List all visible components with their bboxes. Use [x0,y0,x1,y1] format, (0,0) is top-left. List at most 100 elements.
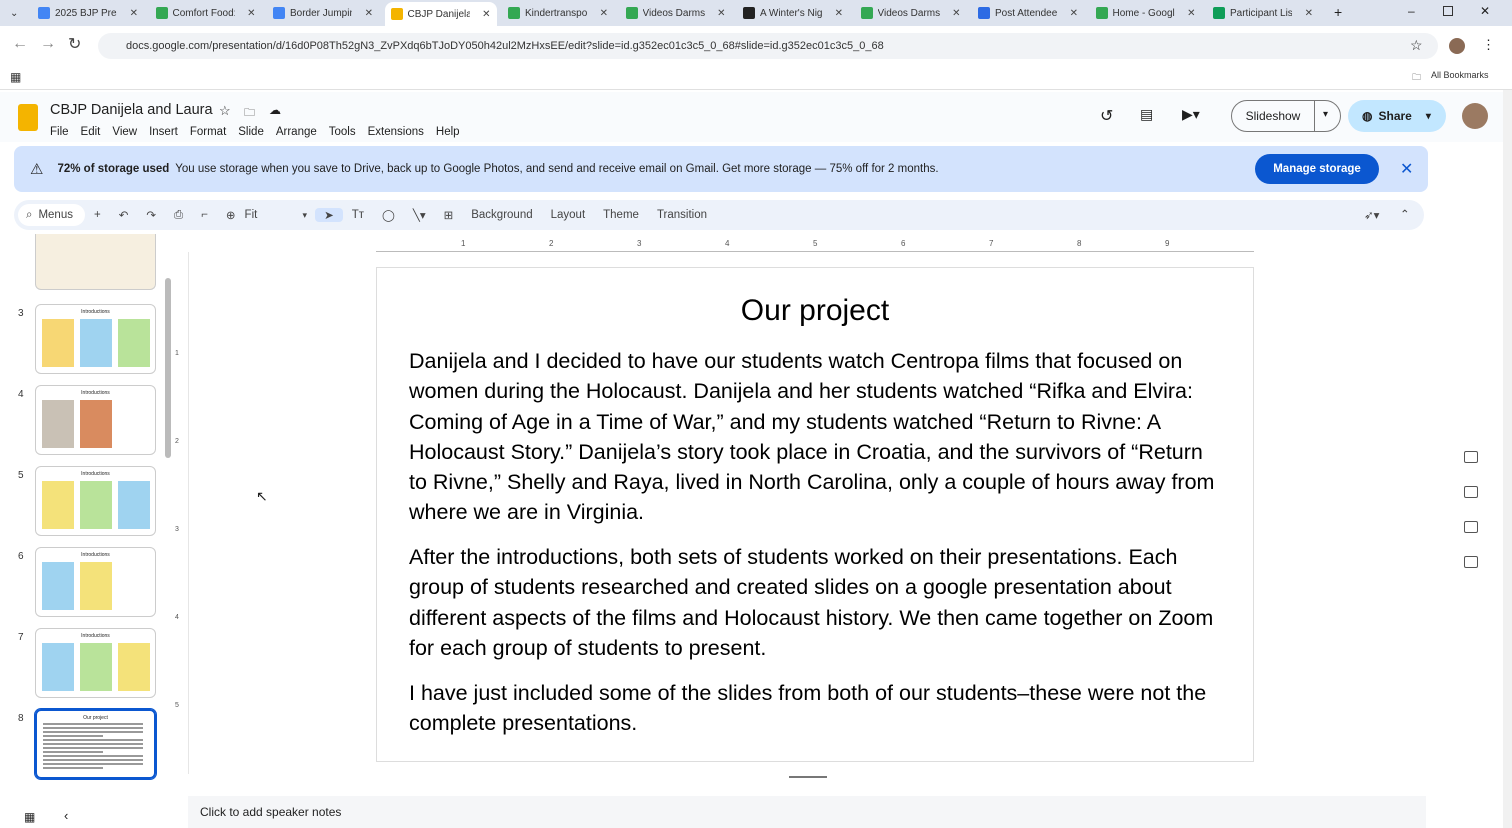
paint-format-icon[interactable]: ⌐ [192,209,217,221]
browser-tab[interactable]: Border Jumpin ✕ [267,2,379,24]
minimize-button[interactable]: – [1408,4,1415,18]
transition-button[interactable]: Transition [648,209,716,221]
menu-view[interactable]: View [112,126,137,138]
share-button[interactable]: ◍ Share ▾ [1348,100,1446,132]
chrome-menu-icon[interactable]: ⋮ [1482,37,1495,53]
zoom-select[interactable]: Fit [245,209,303,221]
tab-search-button[interactable]: ⌄ [4,2,28,24]
browser-tab[interactable]: Participant List ✕ [1207,2,1319,24]
move-folder-icon[interactable]: 🗀 [244,104,255,123]
account-avatar[interactable] [1462,103,1488,129]
close-tab-icon[interactable]: ✕ [482,9,490,20]
menu-file[interactable]: File [50,126,69,138]
menu-extensions[interactable]: Extensions [368,126,424,138]
background-button[interactable]: Background [462,209,541,221]
apps-grid-icon[interactable]: ▦ [10,70,21,84]
browser-tab[interactable]: A Winter's Nig ✕ [737,2,849,24]
zoom-icon[interactable]: ⊕ [217,208,245,222]
tasks-icon[interactable] [1464,486,1478,498]
close-tab-icon[interactable]: ✕ [952,8,960,19]
slide-paragraph[interactable]: Danijela and I decided to have our stude… [409,346,1224,528]
layout-button[interactable]: Layout [542,209,595,221]
slide-thumbnail-6[interactable]: Introductions [35,547,156,617]
close-tab-icon[interactable]: ✕ [1187,8,1195,19]
all-bookmarks-link[interactable]: All Bookmarks [1431,70,1489,80]
browser-tab[interactable]: 2025 BJP Prese ✕ [32,2,144,24]
menus-search[interactable]: ⌕ Menus [18,204,85,226]
menu-slide[interactable]: Slide [238,126,264,138]
collapse-filmstrip-icon[interactable]: ‹ [64,808,68,823]
browser-tab[interactable]: Videos Darmst ✕ [620,2,732,24]
grid-view-icon[interactable]: ▦ [24,810,35,824]
close-tab-icon[interactable]: ✕ [835,8,843,19]
slide-editor[interactable]: Our project Danijela and I decided to ha… [376,267,1254,762]
new-tab-button[interactable]: + [1334,4,1342,20]
maximize-button[interactable] [1443,6,1453,16]
manage-storage-button[interactable]: Manage storage [1255,154,1379,184]
undo-icon[interactable]: ↶ [110,208,138,222]
shape-icon[interactable]: ◯ [373,208,404,222]
menu-insert[interactable]: Insert [149,126,178,138]
close-tab-icon[interactable]: ✕ [1305,8,1313,19]
slide-paragraph[interactable]: I have just included some of the slides … [409,678,1224,739]
close-tab-icon[interactable]: ✕ [1070,8,1078,19]
text-box-icon[interactable]: Tт [343,209,373,221]
browser-tab[interactable]: Post Attendee ✕ [972,2,1084,24]
slide-paragraph[interactable]: After the introductions, both sets of st… [409,542,1224,663]
zoom-dropdown-icon[interactable]: ▾ [303,210,308,221]
close-banner-icon[interactable]: ✕ [1400,159,1413,179]
close-tab-icon[interactable]: ✕ [600,8,608,19]
menu-arrange[interactable]: Arrange [276,126,317,138]
slide-thumbnail-5[interactable]: Introductions [35,466,156,536]
new-slide-icon[interactable]: + [85,209,110,221]
pen-tool-icon[interactable]: ➶▾ [1364,208,1379,222]
browser-tab[interactable]: Comfort Food: ✕ [150,2,262,24]
close-tab-icon[interactable]: ✕ [130,8,138,19]
notes-resize-handle[interactable] [789,776,827,778]
share-dropdown-icon[interactable]: ▾ [1426,111,1431,122]
select-tool-icon[interactable]: ➤ [315,208,343,222]
version-history-icon[interactable]: ↺ [1100,106,1113,126]
line-icon[interactable]: ╲▾ [404,208,435,222]
browser-tab[interactable]: Kindertranspo ✕ [502,2,614,24]
browser-tab[interactable]: CBJP Danijela a ✕ [384,2,497,26]
print-icon[interactable]: ⎙ [165,209,192,222]
slide-thumbnail-7[interactable]: Introductions [35,628,156,698]
menu-edit[interactable]: Edit [81,126,101,138]
collapse-toolbar-icon[interactable]: ⌃ [1400,207,1410,221]
speaker-notes[interactable]: Click to add speaker notes [188,796,1426,828]
comment-icon[interactable]: ⊞ [435,208,463,222]
url-input[interactable]: docs.google.com/presentation/d/16d0P08Th… [98,33,1438,59]
forward-button[interactable]: → [40,35,56,53]
slide-thumbnail-3[interactable]: Introductions [35,304,156,374]
star-icon[interactable]: ☆ [219,103,231,119]
close-window-button[interactable]: ✕ [1480,4,1490,18]
browser-tab[interactable]: Videos Darmst ✕ [855,2,967,24]
menu-help[interactable]: Help [436,126,460,138]
comments-icon[interactable]: ▤ [1140,106,1153,123]
close-tab-icon[interactable]: ✕ [365,8,373,19]
reload-button[interactable]: ↻ [68,34,81,54]
contacts-icon[interactable] [1464,521,1478,533]
menu-format[interactable]: Format [190,126,226,138]
profile-avatar[interactable] [1449,38,1465,54]
back-button[interactable]: ← [12,35,28,53]
close-tab-icon[interactable]: ✕ [717,8,725,19]
meet-icon[interactable]: ▶▾ [1182,106,1200,123]
slide-thumbnail-8[interactable]: Our project [34,708,157,780]
menu-tools[interactable]: Tools [329,126,356,138]
slide-title[interactable]: Our project [377,294,1253,328]
page-scrollbar[interactable] [1503,90,1512,828]
slide-thumbnail-2[interactable] [35,234,156,290]
filmstrip-scrollbar[interactable] [165,278,171,458]
slideshow-button[interactable]: Slideshow ▾ [1231,100,1341,132]
drive-folder-icon[interactable] [1464,556,1478,568]
close-tab-icon[interactable]: ✕ [247,8,255,19]
slide-thumbnail-4[interactable]: Introductions [35,385,156,455]
redo-icon[interactable]: ↷ [137,208,165,222]
slideshow-dropdown-icon[interactable]: ▾ [1314,101,1328,131]
bookmark-star-icon[interactable]: ☆ [1410,37,1423,54]
document-title[interactable]: CBJP Danijela and Laura [50,102,213,118]
browser-tab[interactable]: Home - Googl ✕ [1090,2,1202,24]
keep-icon[interactable] [1464,451,1478,463]
